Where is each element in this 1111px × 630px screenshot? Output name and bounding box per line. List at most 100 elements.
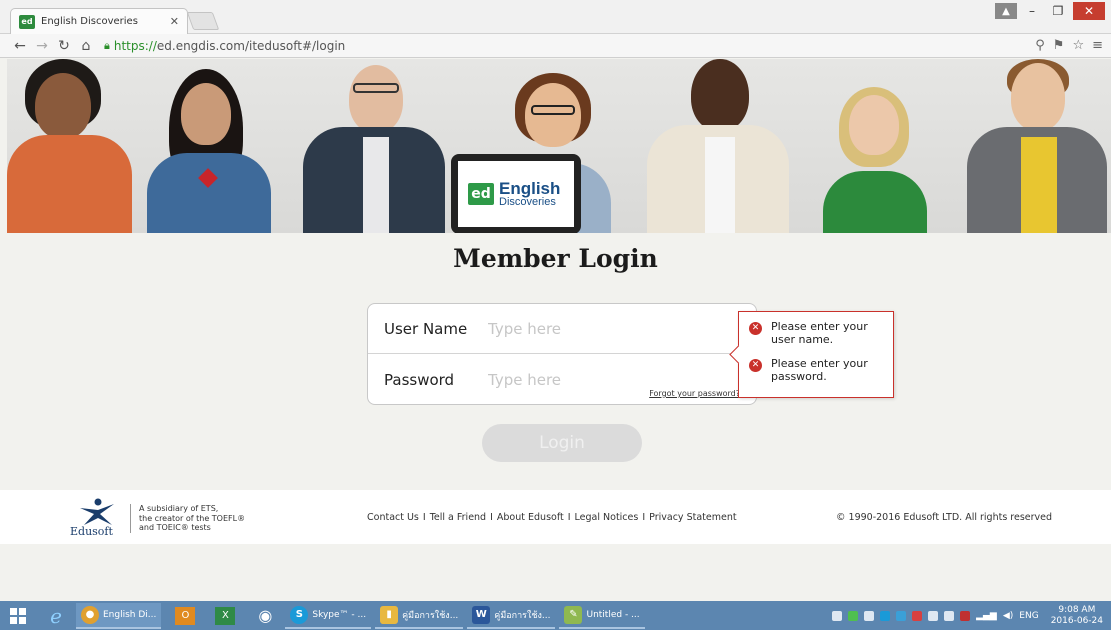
brand-subname: Discoveries <box>499 196 556 208</box>
tray-app-icon[interactable] <box>896 610 907 621</box>
paint-icon: ✎ <box>564 605 583 624</box>
taskbar-clock[interactable]: 9:08 AM 2016-06-24 <box>1051 605 1103 627</box>
network-icon[interactable]: ▂▄▆ <box>976 611 997 621</box>
taskbar-app-label: Skype™ - ... <box>312 609 367 620</box>
hero-person <box>7 59 132 233</box>
taskbar-app-label: คู่มือการใช้ง... <box>494 610 551 621</box>
username-error-text: Please enter your user name. <box>771 320 868 346</box>
password-error-text: Please enter your password. <box>771 357 868 383</box>
login-form: User Name Password Forgot your password? <box>367 303 757 405</box>
url-scheme: https:// <box>113 38 157 53</box>
username-label: User Name <box>384 319 468 338</box>
subsidiary-line: A subsidiary of ETS, <box>139 504 219 513</box>
clock-date: 2016-06-24 <box>1050 615 1103 626</box>
page-title: Member Login <box>453 244 658 273</box>
back-icon[interactable]: ← <box>10 38 30 54</box>
url-bar[interactable]: 🔒︎ https:// ed.engdis.com/itedusoft#/log… <box>104 36 1035 56</box>
taskbar-app-label: Untitled - ... <box>586 609 640 620</box>
tray-app-icon[interactable] <box>880 610 891 621</box>
about-edusoft-link[interactable]: About Edusoft <box>497 512 564 523</box>
zoom-icon[interactable]: ⚲ <box>1035 38 1045 53</box>
internet-explorer-icon[interactable]: e <box>36 601 76 630</box>
validation-tooltip: ✕ Please enter your user name. ✕ Please … <box>738 311 894 398</box>
taskbar-app-paint[interactable]: ✎ Untitled - ... <box>559 603 645 629</box>
tell-a-friend-link[interactable]: Tell a Friend <box>430 512 486 523</box>
excel-icon[interactable]: X <box>205 601 245 630</box>
error-icon: ✕ <box>749 322 762 335</box>
taskbar-app-skype[interactable]: S Skype™ - ... <box>285 603 372 629</box>
menu-icon[interactable]: ≡ <box>1092 38 1103 53</box>
contact-us-link[interactable]: Contact Us <box>367 512 419 523</box>
bookmark-star-icon[interactable]: ☆ <box>1072 38 1084 53</box>
privacy-statement-link[interactable]: Privacy Statement <box>649 512 736 523</box>
login-button[interactable]: Login <box>482 424 642 462</box>
ed-logo-icon: ed <box>468 183 494 205</box>
hero-person <box>815 59 935 233</box>
forward-icon[interactable]: → <box>32 38 52 54</box>
edusoft-figure-icon <box>80 498 114 525</box>
tablet-logo: ed English Discoveries <box>451 154 581 233</box>
tray-app-icon[interactable] <box>928 610 939 621</box>
forgot-password-link[interactable]: Forgot your password? <box>649 389 740 398</box>
hero-person <box>643 59 793 233</box>
window-controls: ▲ – ❐ ✕ <box>995 2 1105 20</box>
new-tab-button[interactable] <box>186 12 220 30</box>
password-error: ✕ Please enter your password. <box>749 357 881 383</box>
folder-icon: ▮ <box>380 605 399 624</box>
tray-app-icon[interactable] <box>944 610 955 621</box>
tab-close-icon[interactable]: ✕ <box>170 15 179 28</box>
password-label: Password <box>384 371 455 389</box>
media-player-icon[interactable]: ◉ <box>245 601 285 630</box>
browser-titlebar: ed English Discoveries ✕ ▲ – ❐ ✕ <box>0 0 1111 34</box>
profile-icon[interactable]: ▲ <box>995 3 1017 19</box>
logo-text: Edusoft <box>70 525 113 538</box>
subsidiary-line: and TOEIC® tests <box>139 523 211 533</box>
word-icon: W <box>472 605 491 624</box>
home-icon[interactable]: ⌂ <box>76 38 96 54</box>
language-indicator[interactable]: ENG <box>1019 611 1038 621</box>
skype-icon: S <box>290 605 309 624</box>
outlook-icon[interactable]: O <box>165 601 205 630</box>
taskbar-app-word[interactable]: W คู่มือการใช้ง... <box>467 603 556 629</box>
copyright: © 1990-2016 Edusoft LTD. All rights rese… <box>836 512 1053 523</box>
clock-time: 9:08 AM <box>1058 604 1096 615</box>
hero-person <box>299 59 449 233</box>
minimize-icon[interactable]: – <box>1021 2 1043 20</box>
start-button[interactable] <box>0 601 36 630</box>
windows-taskbar: e ● English Di... O X ◉ S Skype™ - ... ▮… <box>0 601 1111 630</box>
taskbar-app-chrome[interactable]: ● English Di... <box>76 602 162 629</box>
chrome-icon: ● <box>81 605 99 624</box>
username-error: ✕ Please enter your user name. <box>749 320 881 346</box>
reload-icon[interactable]: ↻ <box>54 38 74 54</box>
url-path: ed.engdis.com/itedusoft#/login <box>156 38 346 53</box>
error-icon: ✕ <box>749 359 762 372</box>
tray-app-icon[interactable] <box>912 610 923 621</box>
lock-icon: 🔒︎ <box>104 38 110 52</box>
site-favicon-icon: ed <box>19 14 35 29</box>
brand-name: English <box>499 179 561 198</box>
password-input[interactable] <box>488 371 638 389</box>
brand-logo: ed English Discoveries <box>458 161 574 227</box>
tray-app-icon[interactable] <box>864 610 875 621</box>
address-toolbar: ← → ↻ ⌂ 🔒︎ https:// ed.engdis.com/itedus… <box>0 34 1111 58</box>
page-footer: Edusoft A subsidiary of ETS, the creator… <box>0 490 1111 544</box>
tray-app-icon[interactable] <box>848 610 859 621</box>
legal-notices-link[interactable]: Legal Notices <box>575 512 639 523</box>
extension-icon[interactable]: ⚑ <box>1053 38 1065 53</box>
username-row: User Name <box>368 304 756 354</box>
window-close-icon[interactable]: ✕ <box>1073 2 1105 20</box>
windows-logo-icon <box>10 607 26 624</box>
subsidiary-line: the creator of the TOEFL® <box>139 513 246 523</box>
hero-banner: ed English Discoveries <box>7 59 1111 233</box>
hero-person <box>963 59 1111 233</box>
tray-app-icon[interactable] <box>832 610 843 621</box>
tray-app-icon[interactable] <box>960 610 971 621</box>
tab-title: English Discoveries <box>41 16 138 27</box>
browser-tab[interactable]: ed English Discoveries ✕ <box>10 8 188 34</box>
taskbar-app-folder[interactable]: ▮ คู่มือการใช้ง... <box>375 603 464 629</box>
volume-icon[interactable]: ◀) <box>1003 611 1013 621</box>
subsidiary-note: A subsidiary of ETS, the creator of the … <box>130 504 245 533</box>
username-input[interactable] <box>488 319 638 338</box>
restore-icon[interactable]: ❐ <box>1047 2 1069 20</box>
taskbar-app-label: English Di... <box>103 609 157 620</box>
